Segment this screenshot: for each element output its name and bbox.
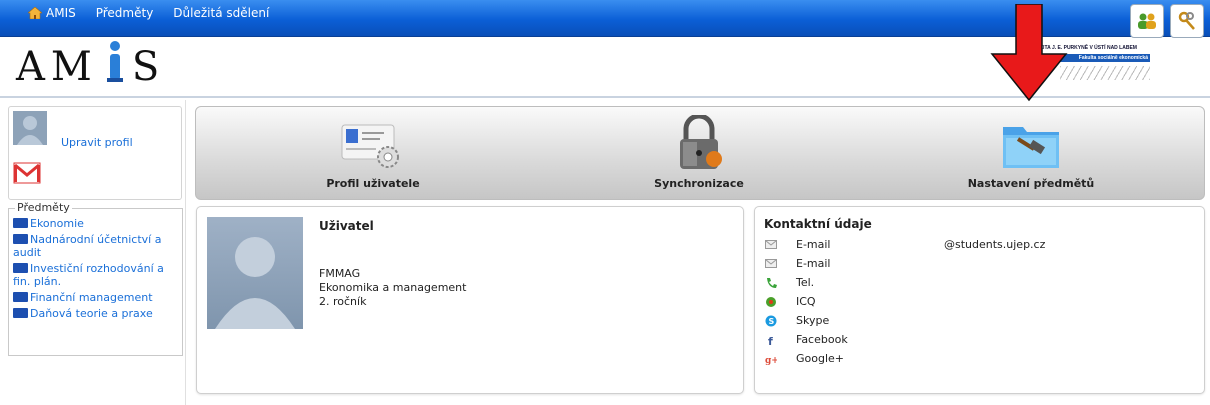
subject-link[interactable]: Nadnárodní účetnictví a audit <box>13 233 178 259</box>
contact-row: E-mail <box>764 254 1045 273</box>
contact-list: E-mail @students.ujep.cz E-mail Tel. ICQ… <box>764 235 1045 368</box>
profile-button-label: Profil uživatele <box>326 177 420 190</box>
folder-icon <box>13 234 28 244</box>
email-value: @students.ujep.cz <box>944 238 1046 251</box>
top-nav: AMIS Předměty Důležitá sdělení <box>27 6 289 20</box>
user-avatar <box>207 217 303 329</box>
sidebar-divider <box>185 100 186 405</box>
user-program: Ekonomika a management <box>319 281 467 294</box>
skype-icon: S <box>764 314 778 328</box>
google-plus-icon: g+ <box>764 352 778 366</box>
svg-text:g+: g+ <box>765 356 777 365</box>
subject-link[interactable]: Daňová teorie a praxe <box>13 307 178 320</box>
avatar <box>13 111 47 145</box>
contact-panel: Kontaktní údaje E-mail @students.ujep.cz… <box>754 206 1205 394</box>
sync-button-label: Synchronizace <box>654 177 744 190</box>
contact-row: Tel. <box>764 273 1045 292</box>
folder-icon <box>13 292 28 302</box>
folder-icon <box>13 308 28 318</box>
subjects-settings-button-label: Nastavení předmětů <box>967 177 1095 190</box>
user-year: 2. ročník <box>319 295 367 308</box>
nav-announcements-link[interactable]: Důležitá sdělení <box>173 6 269 20</box>
contact-row: f Facebook <box>764 330 1045 349</box>
folder-icon <box>13 263 28 273</box>
edit-profile-link[interactable]: Upravit profil <box>61 136 133 149</box>
university-logo-graphic <box>1060 66 1150 80</box>
icq-icon <box>764 295 778 309</box>
amis-logo: AM S <box>16 40 165 94</box>
subjects-title: Předměty <box>15 201 72 214</box>
nav-subjects-link[interactable]: Předměty <box>96 6 154 20</box>
main-toolbar: Profil uživatele Synchronizace Nastavení… <box>195 106 1205 200</box>
red-arrow-annotation <box>990 3 1068 105</box>
folder-hammer-icon <box>1003 127 1059 168</box>
contact-row: S Skype <box>764 311 1045 330</box>
folder-icon <box>13 218 28 228</box>
facebook-icon: f <box>764 333 778 347</box>
padlock-icon <box>680 115 722 169</box>
subjects-settings-button[interactable]: Nastavení předmětů <box>946 115 1116 190</box>
contact-row: E-mail @students.ujep.cz <box>764 235 1045 254</box>
sync-button[interactable]: Synchronizace <box>614 115 784 190</box>
envelope-icon <box>764 238 778 252</box>
user-login: FMMAG <box>319 267 361 280</box>
svg-text:f: f <box>768 335 773 346</box>
subjects-box: Předměty Ekonomie Nadnárodní účetnictví … <box>8 201 183 356</box>
contact-panel-title: Kontaktní údaje <box>764 217 872 231</box>
id-card-icon <box>341 124 399 168</box>
svg-text:S: S <box>769 317 775 326</box>
envelope-icon <box>764 257 778 271</box>
logo-text-right: S <box>131 44 166 90</box>
profile-button[interactable]: Profil uživatele <box>288 115 458 190</box>
subject-link[interactable]: Investiční rozhodování a fin. plán. <box>13 262 178 288</box>
logo-info-icon <box>102 40 128 94</box>
users-icon[interactable] <box>1130 4 1164 38</box>
user-panel-title: Uživatel <box>319 219 374 233</box>
gmail-icon[interactable] <box>13 162 41 187</box>
keys-icon[interactable] <box>1170 4 1204 38</box>
user-panel: Uživatel FMMAG Ekonomika a management 2.… <box>196 206 744 394</box>
home-icon <box>27 6 43 20</box>
logo-text-left: AM <box>16 44 98 90</box>
nav-home-label: AMIS <box>46 6 76 20</box>
nav-home-link[interactable]: AMIS <box>27 6 76 20</box>
profile-box: Upravit profil <box>8 106 182 200</box>
subject-link[interactable]: Ekonomie <box>13 217 178 230</box>
phone-icon <box>764 276 778 290</box>
subject-link[interactable]: Finanční management <box>13 291 178 304</box>
contact-row: ICQ <box>764 292 1045 311</box>
contact-row: g+ Google+ <box>764 352 845 366</box>
user-info: FMMAG Ekonomika a management 2. ročník <box>319 267 466 309</box>
